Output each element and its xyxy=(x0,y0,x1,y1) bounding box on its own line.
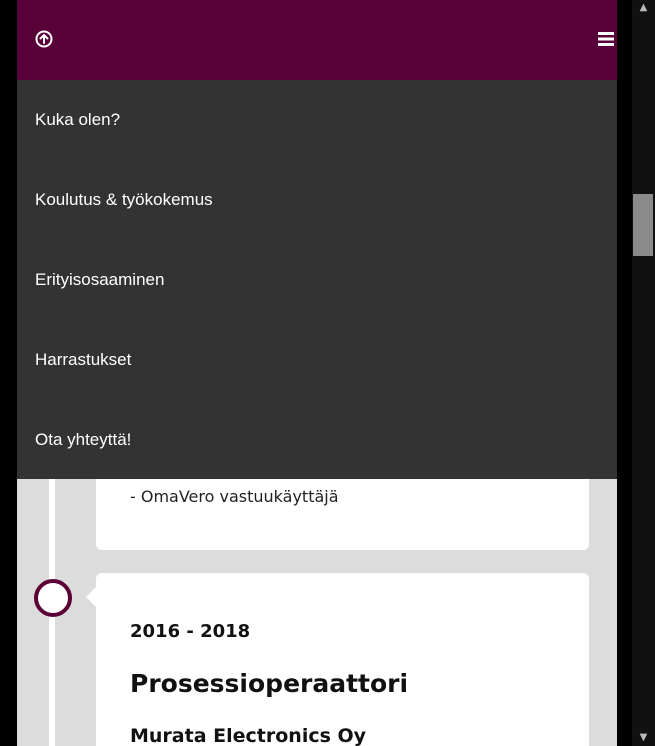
window-left-edge xyxy=(0,0,17,746)
scrollbar-gutter xyxy=(617,0,632,746)
scroll-up-arrow-icon[interactable]: ▲ xyxy=(632,0,655,16)
timeline-dot xyxy=(34,579,72,617)
entry-dates: 2016 - 2018 xyxy=(130,621,251,642)
arrow-up-circle-icon[interactable] xyxy=(35,30,53,48)
previous-entry-text: - OmaVero vastuukäyttäjä xyxy=(130,487,339,506)
hamburger-menu-icon[interactable] xyxy=(597,30,615,48)
menu-item-koulutus[interactable]: Koulutus & työkokemus xyxy=(17,160,617,240)
vertical-scrollbar[interactable]: ▲ ▼ xyxy=(632,0,655,746)
entry-title: Prosessioperaattori xyxy=(130,669,409,698)
menu-item-kuka-olen[interactable]: Kuka olen? xyxy=(17,80,617,160)
menu-item-harrastukset[interactable]: Harrastukset xyxy=(17,320,617,400)
navigation-menu: Kuka olen? Koulutus & työkokemus Erityis… xyxy=(17,80,617,479)
page-viewport: - OmaVero vastuukäyttäjä 2016 - 2018 Pro… xyxy=(17,0,617,746)
top-navigation-bar xyxy=(17,0,617,80)
scrollbar-thumb[interactable] xyxy=(633,194,653,256)
entry-company: Murata Electronics Oy xyxy=(130,725,367,746)
menu-item-ota-yhteytta[interactable]: Ota yhteyttä! xyxy=(17,400,617,480)
card-pointer xyxy=(86,587,96,607)
menu-item-erityisosaaminen[interactable]: Erityisosaaminen xyxy=(17,240,617,320)
timeline-card: 2016 - 2018 Prosessioperaattori Murata E… xyxy=(96,573,589,746)
scroll-down-arrow-icon[interactable]: ▼ xyxy=(632,730,655,746)
